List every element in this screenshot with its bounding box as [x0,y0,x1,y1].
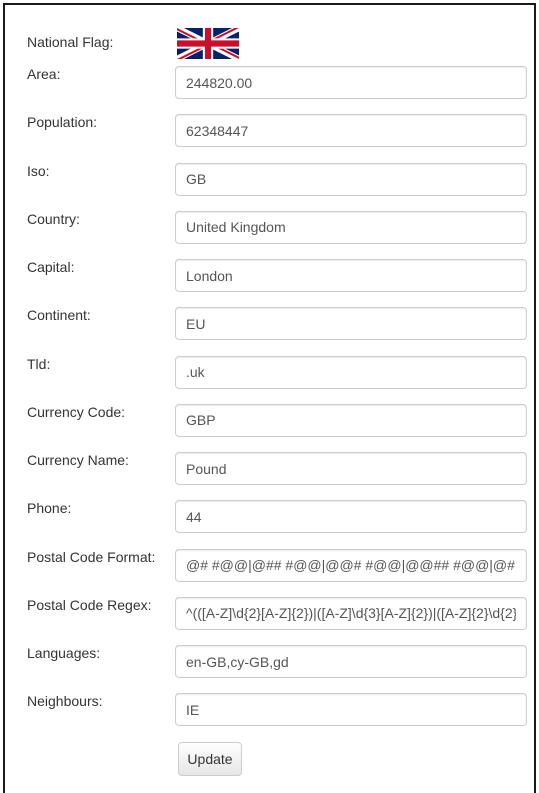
languages-label: Languages: [27,645,101,661]
languages-row: Languages: [5,643,534,683]
phone-input[interactable] [175,500,527,534]
country-detail-form: National Flag: Area: Population: Iso: Count… [3,3,536,793]
tld-row: Tld: [5,354,534,394]
area-label: Area: [27,66,61,82]
currency-name-label: Currency Name: [27,452,129,468]
continent-input[interactable] [175,307,527,341]
area-input[interactable] [175,66,527,99]
tld-input[interactable] [175,355,527,389]
currency-code-row: Currency Code: [5,402,534,442]
postal-code-regex-input[interactable] [175,596,527,630]
capital-row: Capital: [5,257,534,297]
update-button[interactable]: Update [178,742,242,776]
neighbours-row: Neighbours: [5,691,534,731]
postal-code-format-input[interactable] [175,548,527,582]
continent-label: Continent: [27,307,91,324]
united-kingdom-flag-icon [177,28,239,59]
population-input[interactable] [175,114,527,148]
capital-label: Capital: [27,259,75,275]
iso-label: Iso: [27,162,50,179]
currency-name-row: Currency Name: [5,450,534,490]
capital-input[interactable] [175,259,527,292]
languages-input[interactable] [175,645,527,678]
phone-label: Phone: [27,500,72,517]
neighbours-input[interactable] [175,693,527,727]
postal-code-format-row: Postal Code Format: [5,547,534,587]
iso-row: Iso: [5,161,534,201]
currency-code-label: Currency Code: [27,403,126,420]
country-row: Country: [5,209,534,249]
neighbours-label: Neighbours: [27,693,103,710]
iso-input[interactable] [175,162,527,196]
continent-row: Continent: [5,305,534,345]
tld-label: Tld: [27,355,51,372]
country-input[interactable] [175,210,527,244]
phone-row: Phone: [5,498,534,538]
area-row: Area: [5,64,534,104]
currency-name-input[interactable] [175,452,527,485]
country-label: Country: [27,210,80,227]
currency-code-input[interactable] [175,403,527,437]
national-flag-label: National Flag: [27,34,114,50]
population-label: Population: [27,114,98,131]
postal-code-regex-label: Postal Code Regex: [27,596,152,613]
population-row: Population: [5,112,534,152]
postal-code-format-label: Postal Code Format: [27,548,156,565]
postal-code-regex-row: Postal Code Regex: [5,595,534,635]
